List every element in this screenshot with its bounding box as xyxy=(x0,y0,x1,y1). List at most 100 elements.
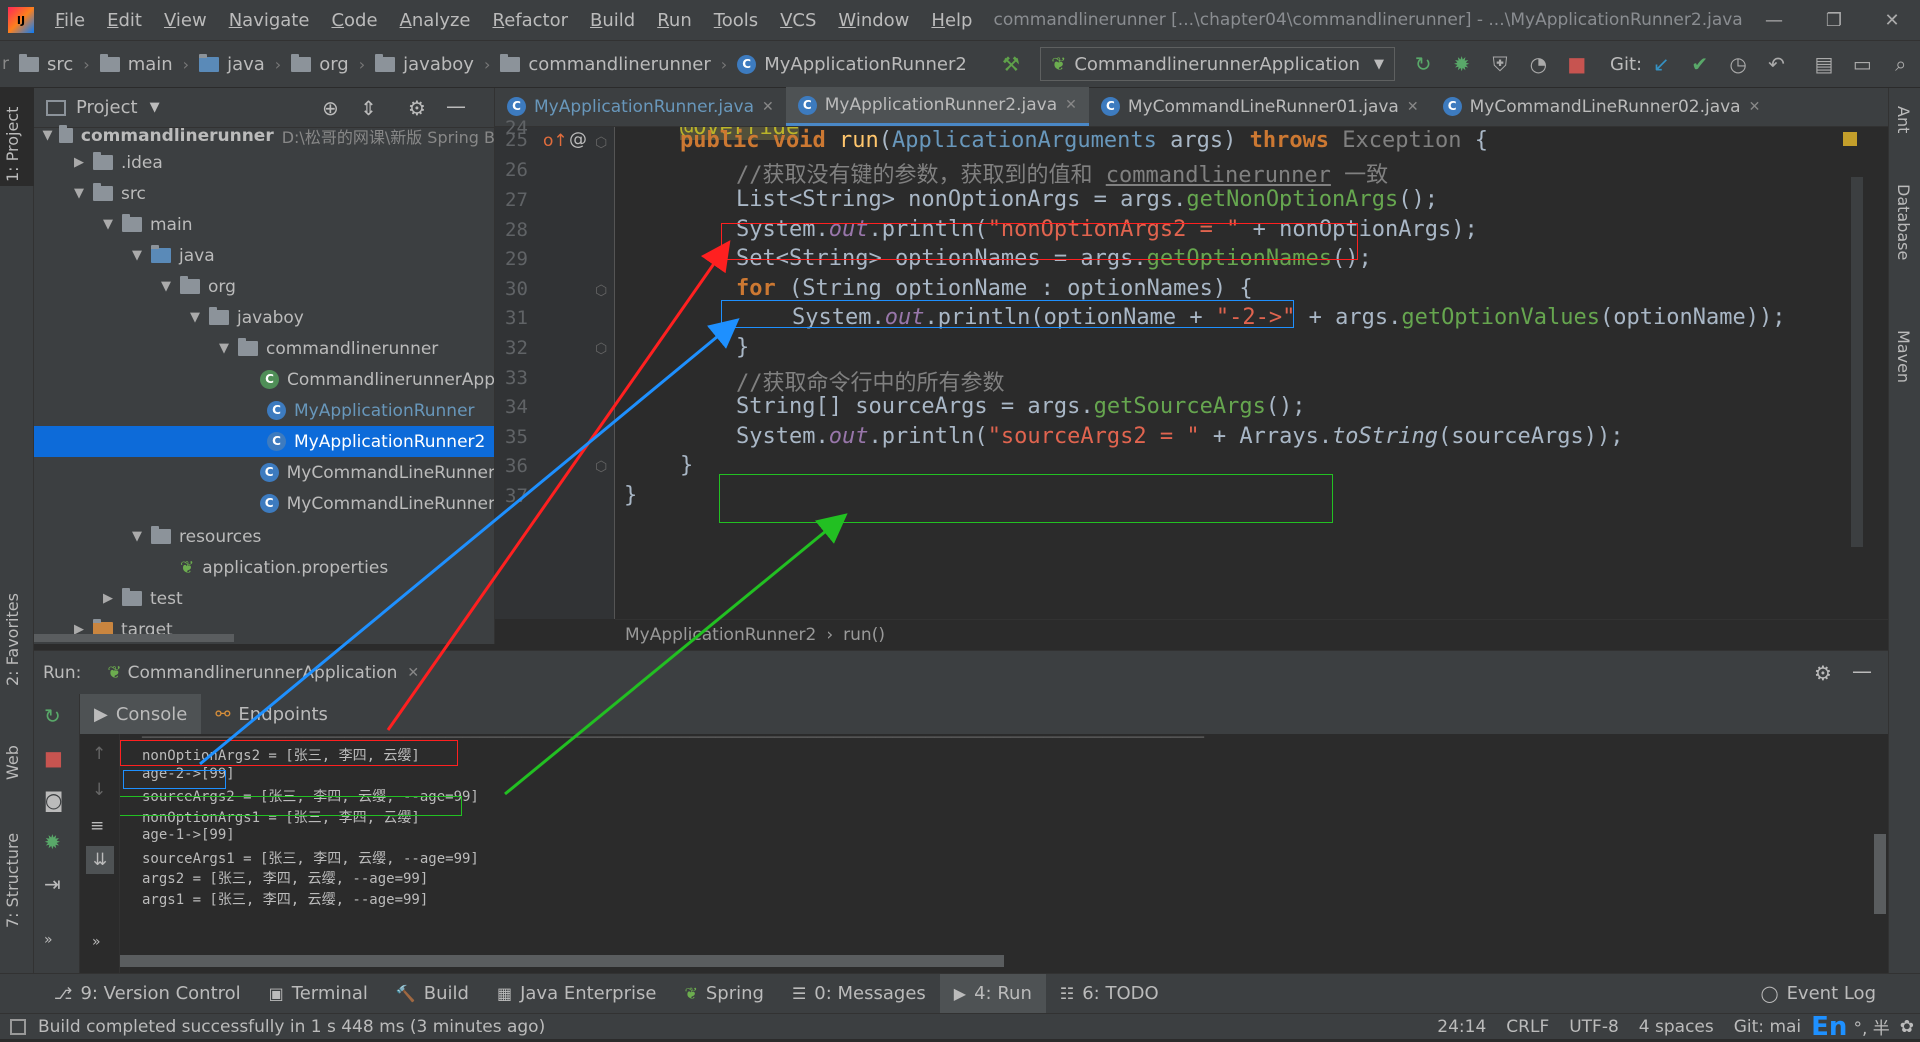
breadcrumb-javaboy[interactable]: javaboy xyxy=(375,53,474,75)
profile-icon[interactable]: ◔ xyxy=(1524,49,1552,79)
horizontal-scrollbar[interactable] xyxy=(120,955,1004,967)
project-structure-icon[interactable]: ▤ xyxy=(1810,49,1838,79)
hide-panel-icon[interactable]: — xyxy=(446,94,466,118)
warning-marker-icon[interactable] xyxy=(1843,132,1857,146)
tree-item[interactable]: ▼ src xyxy=(34,178,494,209)
breadcrumb-main[interactable]: main xyxy=(99,53,173,75)
tool-tab-web[interactable]: Web xyxy=(3,745,22,780)
breadcrumb-org[interactable]: org xyxy=(291,53,349,75)
stop-icon[interactable]: ■ xyxy=(1563,49,1591,79)
close-icon[interactable]: ✕ xyxy=(1749,99,1761,115)
tree-item[interactable]: ▼ main xyxy=(34,209,494,240)
gear-icon[interactable]: ⚙ xyxy=(1814,661,1832,685)
camera-icon[interactable]: ◙ xyxy=(44,788,63,812)
git-update-icon[interactable]: ↙ xyxy=(1647,49,1675,79)
menu-code[interactable]: Code xyxy=(320,10,388,31)
tree-item[interactable]: ▼ java xyxy=(34,240,494,271)
ime-settings-icon[interactable]: ✿ xyxy=(1900,1017,1914,1037)
tool-tab-structure[interactable]: 7: Structure xyxy=(3,833,22,928)
breadcrumb-src[interactable]: src xyxy=(19,53,73,75)
tree-item[interactable]: ▼ org xyxy=(34,271,494,302)
git-history-icon[interactable]: ◷ xyxy=(1724,49,1752,79)
status-message[interactable]: Build completed successfully in 1 s 448 … xyxy=(38,1017,545,1037)
tool-run[interactable]: ▶ 4: Run xyxy=(939,973,1046,1014)
tree-item[interactable]: ▶ test xyxy=(34,583,494,614)
git-rollback-icon[interactable]: ↶ xyxy=(1762,49,1790,79)
console-output[interactable]: ────────────────────────────────────────… xyxy=(120,734,1888,973)
chevron-down-icon[interactable]: ▼ xyxy=(187,310,203,325)
tool-tab-maven[interactable]: Maven xyxy=(1894,330,1913,383)
ime-indicator[interactable]: En xyxy=(1811,1012,1847,1042)
tool-tab-favorites[interactable]: 2: Favorites xyxy=(3,593,22,686)
tool-java-enterprise[interactable]: ▦ Java Enterprise xyxy=(483,983,670,1004)
menu-window[interactable]: Window xyxy=(827,10,920,31)
chevron-down-icon[interactable]: ▼ xyxy=(129,248,145,263)
minimize-icon[interactable]: — xyxy=(1748,0,1800,40)
tree-item-selected[interactable]: C MyApplicationRunner2 xyxy=(34,426,494,457)
tool-tab-project[interactable]: 1: Project xyxy=(3,107,22,182)
chevron-down-icon[interactable]: ▼ xyxy=(158,279,174,294)
run-config-tab[interactable]: CommandlinerunnerApplication xyxy=(128,663,398,683)
horizontal-scrollbar[interactable] xyxy=(34,634,234,642)
indent-setting[interactable]: 4 spaces xyxy=(1639,1017,1714,1037)
tool-todo[interactable]: ☷ 6: TODO xyxy=(1046,983,1173,1004)
tree-item[interactable]: ❦ application.properties xyxy=(34,552,494,583)
fold-icon[interactable]: ⬡ xyxy=(595,459,607,475)
coverage-icon[interactable]: ⛨ xyxy=(1486,49,1514,79)
close-icon[interactable]: ✕ xyxy=(407,665,419,681)
fold-icon[interactable]: ⬡ xyxy=(595,283,607,299)
breadcrumb-class[interactable]: MyApplicationRunner2 xyxy=(625,625,816,645)
menu-run[interactable]: Run xyxy=(646,10,703,31)
chevron-down-icon[interactable]: ▼ xyxy=(71,186,87,201)
exit-icon[interactable]: ⇥ xyxy=(44,872,61,896)
editor-tab-mycommandlinerunner02[interactable]: C MyCommandLineRunner02.java ✕ xyxy=(1431,87,1773,126)
tool-tab-ant[interactable]: Ant xyxy=(1894,106,1913,133)
chevron-down-icon[interactable]: ▼ xyxy=(42,128,53,143)
more-icon[interactable]: » xyxy=(44,932,53,948)
collapse-all-icon[interactable]: ⇕ xyxy=(360,96,377,120)
close-icon[interactable]: ✕ xyxy=(1065,97,1077,113)
breadcrumb-java[interactable]: java xyxy=(199,53,265,75)
fold-icon[interactable]: ⬡ xyxy=(595,135,607,151)
soft-wrap-icon[interactable]: ≡ xyxy=(90,816,104,836)
chevron-down-icon[interactable]: ▼ xyxy=(129,529,145,544)
menu-analyze[interactable]: Analyze xyxy=(389,10,482,31)
search-icon[interactable]: ⌕ xyxy=(1887,49,1915,79)
more-icon[interactable]: » xyxy=(92,934,101,950)
caret-position[interactable]: 24:14 xyxy=(1437,1017,1486,1037)
restore-icon[interactable]: ❐ xyxy=(1808,0,1860,40)
file-encoding[interactable]: UTF-8 xyxy=(1569,1017,1619,1037)
close-icon[interactable]: ✕ xyxy=(762,99,774,115)
breadcrumb-method[interactable]: run() xyxy=(843,625,885,645)
tree-item[interactable]: ▼ resources xyxy=(34,521,494,552)
vertical-scrollbar[interactable] xyxy=(1874,834,1886,914)
menu-view[interactable]: View xyxy=(153,10,218,31)
tab-console[interactable]: ▶ Console xyxy=(80,694,202,734)
breadcrumb-commandlinerunner[interactable]: commandlinerunner xyxy=(500,53,711,75)
breadcrumb-file[interactable]: C MyApplicationRunner2 xyxy=(737,54,967,75)
menu-vcs[interactable]: VCS xyxy=(769,10,827,31)
debug-icon[interactable]: ✹ xyxy=(44,830,61,854)
status-square-icon[interactable] xyxy=(10,1018,26,1035)
close-icon[interactable]: ✕ xyxy=(1407,99,1419,115)
run-configuration-select[interactable]: ❦ CommandlinerunnerApplication ▼ xyxy=(1040,47,1395,81)
terminal-icon[interactable]: ▭ xyxy=(1848,49,1876,79)
tool-version-control[interactable]: ⎇ 9: Version Control xyxy=(40,983,255,1004)
vertical-scrollbar[interactable] xyxy=(1851,177,1863,547)
tree-item[interactable]: C CommandlinerunnerApp xyxy=(34,364,494,395)
override-marker-icon[interactable]: o↑ xyxy=(543,131,568,151)
menu-navigate[interactable]: Navigate xyxy=(218,10,321,31)
tree-item[interactable]: C MyApplicationRunner xyxy=(34,395,494,426)
editor-tab-myapplicationrunner2[interactable]: C MyApplicationRunner2.java ✕ xyxy=(785,87,1089,126)
menu-file[interactable]: File xyxy=(44,10,96,31)
menu-tools[interactable]: Tools xyxy=(703,10,769,31)
rerun-icon[interactable]: ↻ xyxy=(1409,49,1437,79)
menu-help[interactable]: Help xyxy=(920,10,983,31)
build-hammer-icon[interactable]: ⚒ xyxy=(997,49,1025,79)
project-panel-title[interactable]: Project xyxy=(76,97,138,118)
tool-spring[interactable]: ❦ Spring xyxy=(670,983,778,1004)
close-window-icon[interactable]: ✕ xyxy=(1866,0,1918,40)
chevron-right-icon[interactable]: ▶ xyxy=(71,155,87,170)
git-branch[interactable]: Git: mai xyxy=(1734,1017,1801,1037)
stop-icon[interactable]: ■ xyxy=(44,746,63,770)
